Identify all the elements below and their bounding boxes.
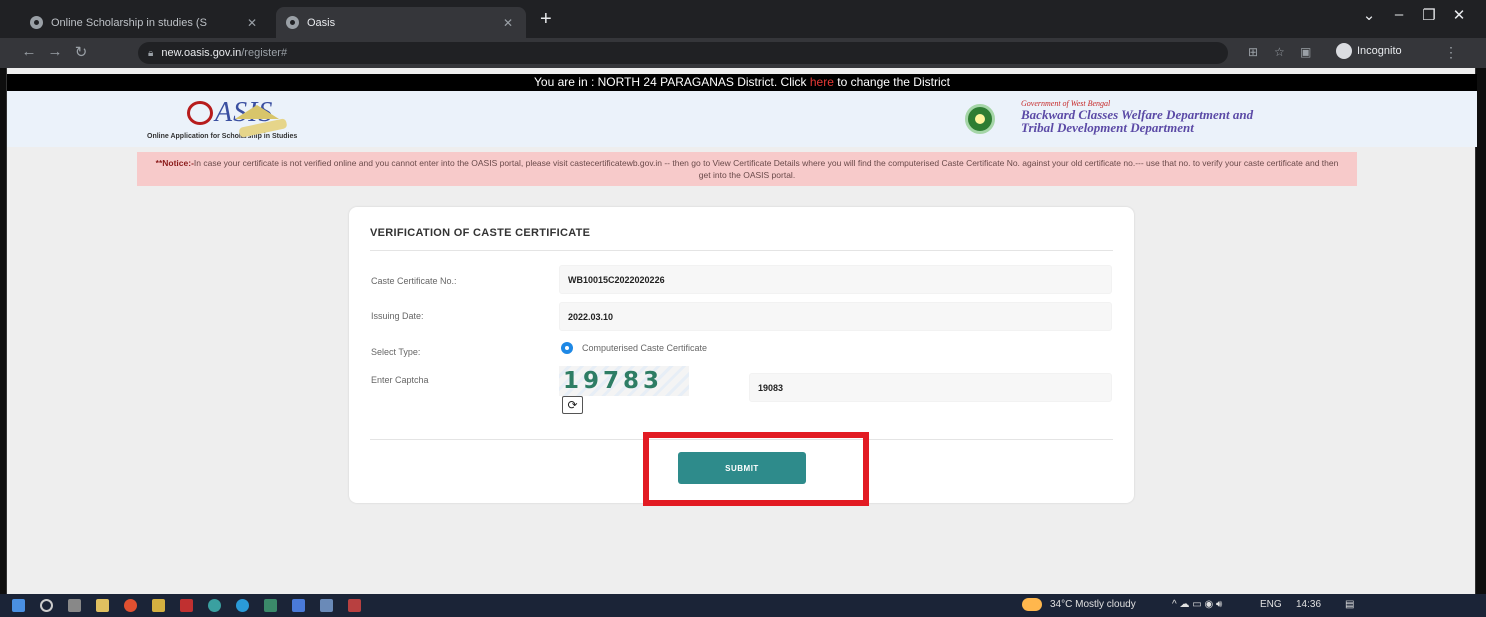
app-icon[interactable] <box>152 599 165 612</box>
edge-icon[interactable] <box>236 599 249 612</box>
district-text-suffix: to change the District <box>833 75 950 89</box>
search-icon[interactable] <box>40 599 53 612</box>
refresh-captcha-icon[interactable]: ⟳ <box>562 396 583 414</box>
url-path: /register# <box>241 47 288 59</box>
url-host: new.oasis.gov.in <box>161 47 242 59</box>
windows-taskbar: 34°C Mostly cloudy ^ ☁ ▭ ◉ 🔊︎ ENG 14:36 … <box>0 594 1486 617</box>
tab-scholarship[interactable]: Online Scholarship in studies (S ✕ <box>20 7 270 38</box>
system-tray-icons[interactable]: ^ ☁ ▭ ◉ 🔊︎ <box>1172 599 1222 610</box>
tab-close-icon[interactable]: ✕ <box>244 16 260 30</box>
captcha-image: 19783 <box>559 366 689 396</box>
app-icon[interactable] <box>180 599 193 612</box>
weather-cloud-icon <box>1022 598 1042 611</box>
logo-tagline: Online Application for Scholarship in St… <box>147 133 298 140</box>
task-view-icon[interactable] <box>68 599 81 612</box>
file-explorer-icon[interactable] <box>96 599 109 612</box>
chrome-icon[interactable] <box>124 599 137 612</box>
divider <box>370 250 1113 251</box>
screen: Online Scholarship in studies (S ✕ Oasis… <box>0 0 1486 617</box>
incognito-label: Incognito <box>1357 45 1402 57</box>
forward-icon[interactable]: → <box>44 43 66 60</box>
start-icon[interactable] <box>12 599 25 612</box>
department-name: Government of West Bengal Backward Class… <box>1021 99 1253 134</box>
clock[interactable]: 14:36 <box>1296 599 1321 610</box>
select-type-label: Select Type: <box>371 347 421 357</box>
change-district-link[interactable]: here <box>810 75 834 89</box>
browser-tab-strip: Online Scholarship in studies (S ✕ Oasis… <box>0 0 1486 38</box>
submit-highlight-box <box>643 432 869 506</box>
tab-favicon-icon <box>30 16 43 29</box>
tab-search-icon[interactable]: ⌄ <box>1354 6 1384 24</box>
notifications-icon[interactable]: ▤ <box>1345 599 1354 610</box>
radio-selected-icon[interactable] <box>561 342 573 354</box>
graduation-cap-icon <box>235 105 279 119</box>
reload-icon[interactable]: ↻ <box>70 43 92 61</box>
app-icon[interactable] <box>348 599 361 612</box>
dept-line-2: Tribal Development Department <box>1021 120 1194 135</box>
tab-favicon-icon <box>286 16 299 29</box>
district-bar: You are in : NORTH 24 PARAGANAS District… <box>7 74 1477 91</box>
notice-label: **Notice:- <box>155 158 194 168</box>
caste-cert-no-label: Caste Certificate No.: <box>371 276 457 286</box>
address-bar[interactable]: 🔒︎ new.oasis.gov.in /register# <box>138 42 1228 64</box>
translate-icon[interactable]: ⊞ <box>1248 45 1258 59</box>
notice-text: In case your certificate is not verified… <box>193 158 1339 180</box>
browser-menu-icon[interactable]: ⋮ <box>1444 44 1458 61</box>
caste-cert-no-input[interactable] <box>559 265 1112 294</box>
tab-title: Oasis <box>307 16 336 29</box>
captcha-label: Enter Captcha <box>371 375 429 385</box>
restore-icon[interactable]: ❐ <box>1414 6 1444 24</box>
issuing-date-input[interactable] <box>559 302 1112 331</box>
tab-title: Online Scholarship in studies (S <box>51 16 207 29</box>
form-title: VERIFICATION OF CASTE CERTIFICATE <box>370 227 591 239</box>
back-icon[interactable]: ← <box>18 43 40 60</box>
tab-close-icon[interactable]: ✕ <box>500 16 516 30</box>
site-header: ASIS Online Application for Scholarship … <box>7 91 1477 147</box>
captcha-input[interactable] <box>749 373 1112 402</box>
weather-text[interactable]: 34°C Mostly cloudy <box>1050 599 1136 610</box>
minimize-icon[interactable]: – <box>1384 6 1414 23</box>
app-icon[interactable] <box>208 599 221 612</box>
west-bengal-emblem-icon <box>965 104 995 134</box>
app-icon[interactable] <box>292 599 305 612</box>
bookmark-star-icon[interactable]: ☆ <box>1274 45 1285 59</box>
incognito-icon <box>1336 43 1352 59</box>
tab-oasis[interactable]: Oasis ✕ <box>276 7 526 38</box>
language-indicator[interactable]: ENG <box>1260 599 1282 610</box>
web-page: You are in : NORTH 24 PARAGANAS District… <box>6 68 1477 594</box>
radio-option-label: Computerised Caste Certificate <box>582 343 708 353</box>
oasis-logo[interactable]: ASIS Online Application for Scholarship … <box>147 95 297 145</box>
app-icon[interactable] <box>264 599 277 612</box>
issuing-date-label: Issuing Date: <box>371 311 424 321</box>
incognito-indicator[interactable]: Incognito <box>1336 43 1402 59</box>
close-window-icon[interactable]: ✕ <box>1444 6 1474 24</box>
notice-banner: **Notice:-In case your certificate is no… <box>137 152 1357 186</box>
lock-icon: 🔒︎ <box>148 47 154 59</box>
browser-toolbar: ← → ↻ 🔒︎ new.oasis.gov.in /register# ⊞ ☆… <box>0 38 1486 68</box>
app-icon[interactable] <box>320 599 333 612</box>
side-panel-icon[interactable]: ▣ <box>1300 45 1311 59</box>
logo-o-mark <box>187 101 213 125</box>
new-tab-icon[interactable]: + <box>540 9 552 29</box>
caste-type-radio[interactable]: Computerised Caste Certificate <box>561 342 707 354</box>
district-text: You are in : NORTH 24 PARAGANAS District… <box>534 75 810 89</box>
